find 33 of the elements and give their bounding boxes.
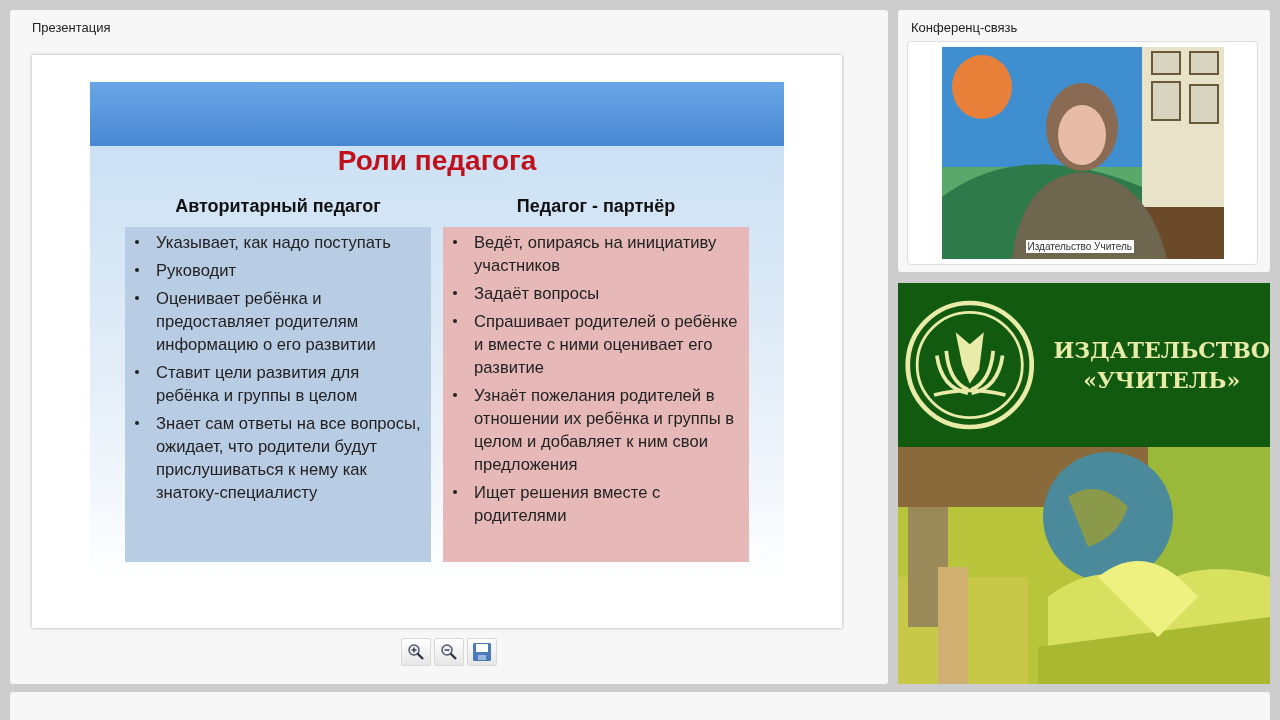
bullet-icon — [135, 370, 139, 374]
publisher-name: «УЧИТЕЛЬ» — [1083, 367, 1241, 393]
publisher-name: ИЗДАТЕЛЬСТВО — [1053, 337, 1270, 363]
bullet-text: Ведёт, опираясь на инициативу участников — [474, 232, 718, 277]
bullet-text: Спрашивает родителей о ребёнке и вместе с ними оценивает его развитие — [474, 311, 739, 379]
zoom-in-button[interactable] — [401, 638, 431, 666]
bullet-text: Ищет решения вместе с родителями — [474, 482, 662, 527]
bullet-icon — [453, 291, 457, 295]
save-button[interactable] — [467, 638, 497, 666]
bullet-icon — [453, 240, 457, 244]
bullet-text: Задаёт вопросы — [474, 283, 601, 305]
bullet-icon — [135, 268, 139, 272]
bullet-icon — [453, 490, 457, 494]
bullet-text: Узнаёт пожелания родителей в отношении их ребёнка и группы в целом и добавляет к ним свои предложения — [474, 385, 736, 476]
zoom-in-icon — [407, 643, 425, 661]
bullet-text: Ставит цели развития для ребёнка и группы в целом — [156, 362, 361, 407]
slide-title: Роли педагога — [337, 146, 537, 176]
bullet-text: Руководит — [156, 260, 238, 282]
zoom-out-icon — [440, 643, 458, 661]
column-heading: Педагог - партнёр — [516, 196, 676, 217]
panel-title: Конференц-связь — [911, 20, 1018, 35]
bullet-icon — [453, 393, 457, 397]
bullet-icon — [135, 421, 139, 425]
panel-title: Презентация — [32, 20, 111, 35]
bullet-text: Оценивает ребёнка и предоставляет родителям информацию о его развитии — [156, 288, 377, 356]
column-heading: Авторитарный педагог — [175, 196, 381, 217]
bullet-text: Знает сам ответы на все вопросы, ожидает, что родители будут прислушиваться к нему как знатоку-специалисту — [156, 413, 422, 504]
bullet-text: Указывает, как надо поступать — [156, 232, 392, 254]
bullet-icon — [135, 296, 139, 300]
video-caption: Издательство Учитель — [1025, 240, 1134, 253]
bullet-icon — [453, 319, 457, 323]
zoom-out-button[interactable] — [434, 638, 464, 666]
bullet-icon — [135, 240, 139, 244]
